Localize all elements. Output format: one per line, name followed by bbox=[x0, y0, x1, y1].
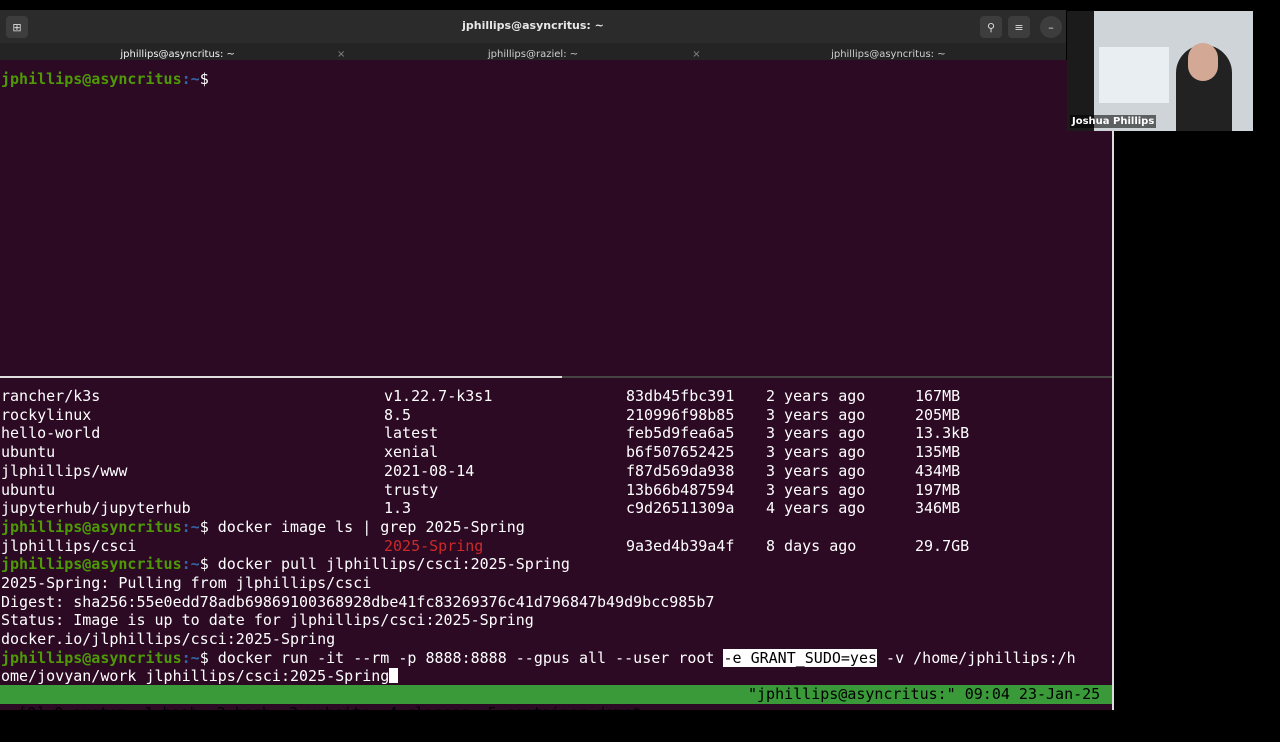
id-cell: c9d26511309a bbox=[626, 499, 735, 518]
terminal-pane[interactable]: jphillips@asyncritus:~$ rancher/k3s v1.22… bbox=[0, 60, 1114, 710]
tag-cell: 2021-08-14 bbox=[384, 461, 475, 480]
prompt-path: :~ bbox=[181, 518, 200, 536]
created-cell: 3 years ago bbox=[766, 461, 866, 480]
id-cell: b6f507652425 bbox=[626, 443, 735, 462]
output-line: Digest: sha256:55e0edd78adb6986910036892… bbox=[1, 593, 715, 611]
size-cell: 197MB bbox=[915, 480, 961, 499]
id-cell: 83db45fbc391 bbox=[626, 387, 735, 405]
size-cell: 135MB bbox=[915, 443, 961, 462]
repo-cell: rancher/k3s bbox=[1, 387, 101, 405]
id-cell: 9a3ed4b39a4f bbox=[626, 537, 735, 555]
active-pane-indicator bbox=[0, 376, 562, 378]
repo-cell: jupyterhub/jupyterhub bbox=[1, 499, 191, 518]
size-cell: 167MB bbox=[915, 387, 961, 405]
command-line-3: jphillips@asyncritus:~$ docker run -it -… bbox=[1, 649, 1076, 668]
output-line: 2025-Spring: Pulling from jlphillips/csc… bbox=[1, 574, 372, 592]
prompt-symbol: $ bbox=[199, 70, 209, 88]
repo-cell: hello-world bbox=[1, 424, 101, 443]
tab-label: jphillips@raziel: ~ bbox=[487, 49, 579, 60]
command-text: docker run -it --rm -p 8888:8888 --gpus … bbox=[217, 649, 724, 667]
size-cell: 13.3kB bbox=[915, 424, 970, 443]
created-cell: 3 years ago bbox=[766, 424, 866, 443]
tag-cell: xenial bbox=[384, 443, 439, 462]
tag-cell: 1.3 bbox=[384, 499, 412, 518]
prompt-symbol: $ bbox=[199, 649, 209, 667]
id-cell: 13b66b487594 bbox=[626, 480, 735, 499]
prompt-line-top: jphillips@asyncritus:~$ bbox=[1, 70, 209, 89]
size-cell: 346MB bbox=[915, 499, 961, 518]
menu-button[interactable]: ≡ bbox=[1008, 16, 1030, 38]
created-cell: 3 years ago bbox=[766, 480, 866, 499]
minimize-button[interactable]: – bbox=[1040, 16, 1062, 38]
tag-cell: trusty bbox=[384, 480, 439, 499]
presenter-head bbox=[1188, 43, 1218, 81]
minimize-icon: – bbox=[1048, 20, 1054, 34]
webcam-video bbox=[1094, 11, 1253, 131]
repo-cell: ubuntu bbox=[1, 443, 56, 462]
highlighted-selection[interactable]: -e GRANT_SUDO=yes bbox=[723, 649, 878, 667]
created-cell: 2 years ago bbox=[766, 387, 866, 405]
tmux-status-bar: [0] 0:system- 1:bash 2:bash 3:website 4:… bbox=[0, 685, 1112, 722]
repo-cell: jlphillips/www bbox=[1, 461, 128, 480]
background-window bbox=[1099, 47, 1169, 103]
output-line: docker.io/jlphillips/csci:2025-Spring bbox=[1, 630, 336, 648]
id-cell: 210996f98b85 bbox=[626, 405, 735, 424]
size-cell: 29.7GB bbox=[915, 537, 970, 555]
prompt-path: :~ bbox=[181, 555, 200, 573]
prompt-symbol: $ bbox=[199, 518, 209, 536]
repo-cell: rockylinux bbox=[1, 405, 92, 424]
prompt-user: jphillips@asyncritus bbox=[1, 649, 182, 667]
text-cursor bbox=[389, 668, 399, 683]
prompt-path: :~ bbox=[181, 649, 200, 667]
repo-cell: jlphillips/csci bbox=[1, 537, 137, 555]
prompt-user: jphillips@asyncritus bbox=[1, 70, 182, 88]
search-button[interactable]: ⚲ bbox=[980, 16, 1002, 38]
webcam-overlay: Joshua Phillips bbox=[1067, 11, 1253, 131]
hamburger-icon: ≡ bbox=[1014, 20, 1024, 34]
created-cell: 3 years ago bbox=[766, 443, 866, 462]
prompt-user: jphillips@asyncritus bbox=[1, 555, 182, 573]
command-text: docker image ls | grep 2025-Spring bbox=[217, 518, 525, 536]
tab-label: jphillips@asyncritus: ~ bbox=[120, 49, 235, 60]
size-cell: 434MB bbox=[915, 461, 961, 480]
tab-label: jphillips@asyncritus: ~ bbox=[831, 49, 946, 60]
repo-cell: ubuntu bbox=[1, 480, 56, 499]
presenter-name: Joshua Phillips bbox=[1070, 115, 1157, 128]
command-text: ome/jovyan/work jlphillips/csci:2025-Spr… bbox=[1, 667, 390, 685]
tag-cell: 2025-Spring bbox=[384, 537, 484, 555]
id-cell: feb5d9fea6a5 bbox=[626, 424, 735, 443]
id-cell: f87d569da938 bbox=[626, 461, 735, 480]
command-wrap-line: ome/jovyan/work jlphillips/csci:2025-Spr… bbox=[1, 667, 399, 686]
command-text: docker pull jlphillips/csci:2025-Spring bbox=[217, 555, 570, 573]
command-line-1: jphillips@asyncritus:~$ docker image ls … bbox=[1, 518, 525, 537]
title-bar: ⊞ jphillips@asyncritus: ~ ⚲ ≡ – bbox=[0, 10, 1066, 43]
created-cell: 4 years ago bbox=[766, 499, 866, 518]
window-list[interactable]: [0] 0:system- 1:bash 2:bash 3:website 4:… bbox=[18, 704, 641, 722]
prompt-symbol: $ bbox=[199, 555, 209, 573]
search-icon: ⚲ bbox=[986, 20, 996, 34]
tag-cell: latest bbox=[384, 424, 439, 443]
output-line: Status: Image is up to date for jlphilli… bbox=[1, 611, 534, 629]
pane-border bbox=[1112, 70, 1114, 710]
size-cell: 205MB bbox=[915, 405, 961, 424]
tag-cell: 8.5 bbox=[384, 405, 412, 424]
prompt-user: jphillips@asyncritus bbox=[1, 518, 182, 536]
created-cell: 8 days ago bbox=[766, 537, 857, 555]
window-title: jphillips@asyncritus: ~ bbox=[462, 19, 604, 32]
prompt-path: :~ bbox=[181, 70, 200, 88]
status-right: "jphillips@asyncritus:" 09:04 23-Jan-25 bbox=[748, 685, 1101, 703]
command-text: -v /home/jphillips:/h bbox=[877, 649, 1076, 667]
pane-divider[interactable] bbox=[0, 376, 1112, 378]
created-cell: 3 years ago bbox=[766, 405, 866, 424]
tag-cell: v1.22.7-k3s1 bbox=[384, 387, 493, 405]
command-line-2: jphillips@asyncritus:~$ docker pull jlph… bbox=[1, 555, 570, 574]
